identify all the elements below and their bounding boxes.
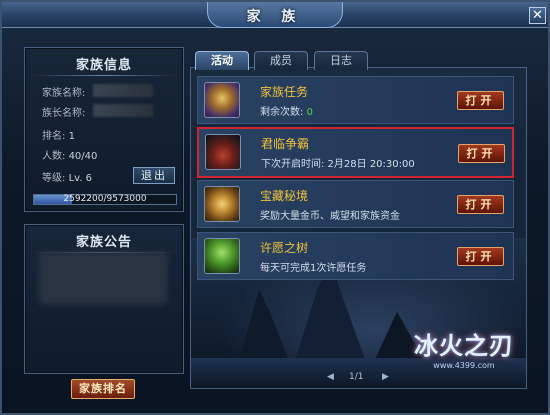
logo-url: www.4399.com — [433, 361, 495, 370]
level-label: 等级: — [42, 173, 66, 184]
activity-desc: 下次开启时间: 2月28日 20:30:00 — [261, 159, 415, 170]
family-name-row: 家族名称: — [42, 84, 85, 99]
tab-log[interactable]: 日志 — [314, 51, 368, 70]
activity-row-wish-tree: 许愿之树 每天可完成1次许愿任务 打开 — [197, 232, 514, 280]
treasure-chest-icon — [204, 186, 240, 222]
divider — [31, 75, 177, 76]
family-name-redacted — [93, 84, 153, 97]
scroll-icon — [204, 82, 240, 118]
family-notice-title: 家族公告 — [75, 235, 132, 250]
leader-name-redacted — [93, 104, 153, 117]
window-title: 家 族 — [246, 9, 304, 25]
leader-name-label: 族长名称: — [42, 108, 86, 119]
activity-desc: 每天可完成1次许愿任务 — [260, 263, 367, 274]
activity-name: 宝藏秘境 — [260, 189, 309, 203]
level-value: Lv. 6 — [68, 173, 92, 184]
open-throne-battle-button[interactable]: 打开 — [458, 144, 505, 163]
leader-name-row: 族长名称: — [42, 104, 85, 119]
rank-label: 排名: — [42, 131, 66, 142]
notice-redacted — [39, 252, 167, 304]
open-wish-tree-button[interactable]: 打开 — [457, 247, 504, 266]
remaining-count: 0 — [306, 107, 313, 118]
page-indicator: 1/1 — [349, 372, 364, 382]
family-name-label: 家族名称: — [42, 88, 86, 99]
level-row: 等级: Lv. 6 — [42, 169, 92, 184]
family-exp-text: 2592200/9573000 — [63, 194, 147, 204]
rank-value: 1 — [68, 131, 75, 142]
members-value: 40/40 — [68, 151, 98, 162]
title-bar: 家 族 ✕ — [2, 2, 548, 28]
next-page-icon[interactable]: ▶ — [382, 372, 392, 382]
rank-row: 排名: 1 — [42, 127, 75, 142]
pager: ◀ 1/1 ▶ — [327, 372, 389, 384]
family-notice-panel: 家族公告 — [24, 224, 184, 374]
activity-name: 许愿之树 — [260, 241, 309, 255]
activity-desc: 奖励大量金币、威望和家族资金 — [260, 211, 400, 222]
family-rank-button[interactable]: 家族排名 — [71, 379, 135, 399]
activity-name: 君临争霸 — [261, 137, 310, 151]
activity-desc: 剩余次数: 0 — [260, 103, 313, 118]
close-button[interactable]: ✕ — [529, 7, 546, 24]
activity-row-throne-battle: 君临争霸 下次开启时间: 2月28日 20:30:00 打开 — [197, 127, 514, 178]
prev-page-icon[interactable]: ◀ — [327, 372, 337, 382]
game-logo: 冰火之刃 www.4399.com — [409, 326, 519, 376]
activity-row-family-task: 家族任务 剩余次数: 0 打开 — [197, 76, 514, 124]
close-icon: ✕ — [532, 8, 543, 23]
logo-title: 冰火之刃 — [414, 331, 514, 360]
wish-tree-icon — [204, 238, 240, 274]
members-row: 人数: 40/40 — [42, 147, 97, 162]
family-window: 家 族 ✕ 家族信息 家族名称: 族长名称: 排名: 1 人数: 40/40 等… — [0, 0, 550, 415]
activity-name: 家族任务 — [260, 85, 309, 99]
tab-activities[interactable]: 活动 — [195, 51, 249, 70]
open-treasure-realm-button[interactable]: 打开 — [457, 195, 504, 214]
remaining-label: 剩余次数: — [260, 107, 304, 118]
members-label: 人数: — [42, 151, 66, 162]
activity-row-treasure-realm: 宝藏秘境 奖励大量金币、威望和家族资金 打开 — [197, 180, 514, 228]
quit-family-button[interactable]: 退出 — [133, 167, 175, 184]
tab-members[interactable]: 成员 — [254, 51, 308, 70]
family-exp-bar: 2592200/9573000 — [33, 194, 177, 205]
throne-icon — [205, 134, 241, 170]
family-info-panel: 家族信息 家族名称: 族长名称: 排名: 1 人数: 40/40 等级: Lv.… — [24, 47, 184, 212]
family-info-title: 家族信息 — [75, 58, 132, 73]
open-family-task-button[interactable]: 打开 — [457, 91, 504, 110]
